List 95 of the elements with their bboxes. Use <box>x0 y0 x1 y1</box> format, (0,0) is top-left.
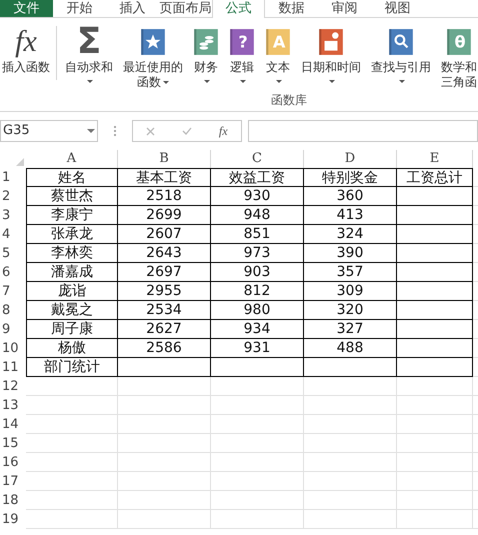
table-cell: 931 <box>211 339 304 358</box>
row-header[interactable]: 10 <box>0 339 26 358</box>
table-cell: 2627 <box>118 320 211 339</box>
table-cell: 张承龙 <box>26 225 118 244</box>
column-header[interactable]: E <box>397 150 473 168</box>
ribbon-tab[interactable]: 审阅 <box>318 0 371 17</box>
row-header[interactable]: 4 <box>0 225 26 244</box>
table-cell: 851 <box>211 225 304 244</box>
ribbon-button[interactable]: Σ 自动求和 <box>63 18 115 87</box>
ribbon-button[interactable]: 查找与引用 <box>369 18 433 87</box>
row-header[interactable]: 13 <box>0 396 26 415</box>
ribbon-tab[interactable]: 公式 <box>212 0 265 18</box>
row-header[interactable]: 11 <box>0 358 26 377</box>
table-cell: 2643 <box>118 244 211 263</box>
table-cell: 特别奖金 <box>304 168 397 187</box>
table-cell: 327 <box>304 320 397 339</box>
row-header[interactable]: 9 <box>0 320 26 339</box>
ribbon-button[interactable]: fx 插入函数 <box>0 18 52 80</box>
row-header[interactable]: 19 <box>0 510 26 529</box>
table-cell: 930 <box>211 187 304 206</box>
table-cell: 庞诣 <box>26 282 118 301</box>
row-header[interactable]: 2 <box>0 187 26 206</box>
row-header[interactable]: 1 <box>0 168 26 187</box>
table-cell: 2607 <box>118 225 211 244</box>
ribbon-button[interactable]: A 文本 <box>263 18 293 87</box>
function-icon: fx <box>15 25 37 59</box>
table-cell: 李康宁 <box>26 206 118 225</box>
ribbon-button[interactable]: 最近使用的 函数 <box>121 18 185 90</box>
ribbon-button[interactable]: ? 逻辑 <box>227 18 257 87</box>
table-cell: 488 <box>304 339 397 358</box>
table-cell: 413 <box>304 206 397 225</box>
ribbon-button[interactable]: 日期和时间 <box>299 18 363 87</box>
formula-field[interactable] <box>248 120 478 142</box>
table-cell: 基本工资 <box>118 168 211 187</box>
row-header[interactable]: 17 <box>0 472 26 491</box>
table-cell: 357 <box>304 263 397 282</box>
table-cell: 2534 <box>118 301 211 320</box>
ribbon-tab[interactable]: 页面布局 <box>159 0 212 17</box>
table-cell: 934 <box>211 320 304 339</box>
row-header[interactable]: 14 <box>0 415 26 434</box>
file-tab[interactable]: 文件 <box>0 0 53 17</box>
check-icon[interactable] <box>182 127 192 135</box>
name-box[interactable]: G35 <box>0 120 98 142</box>
ribbon-button[interactable]: θ 数学和 三角函 <box>439 18 478 90</box>
row-header[interactable]: 3 <box>0 206 26 225</box>
column-header[interactable]: D <box>304 150 397 168</box>
table-cell: 812 <box>211 282 304 301</box>
table-cell: 324 <box>304 225 397 244</box>
table-cell: 工资总计 <box>397 168 473 187</box>
row-header[interactable]: 12 <box>0 377 26 396</box>
table-cell: 360 <box>304 187 397 206</box>
table-cell: 948 <box>211 206 304 225</box>
book-icon: ? <box>229 28 255 56</box>
table-cell: 杨傲 <box>26 339 118 358</box>
table-cell: 320 <box>304 301 397 320</box>
table-cell: 973 <box>211 244 304 263</box>
table-cell: 周子康 <box>26 320 118 339</box>
table-cell: 效益工资 <box>211 168 304 187</box>
table-cell: 390 <box>304 244 397 263</box>
table-cell: 2697 <box>118 263 211 282</box>
table-cell: 2586 <box>118 339 211 358</box>
ribbon-tab[interactable]: 开始 <box>53 0 106 17</box>
table-cell: 姓名 <box>26 168 118 187</box>
row-header[interactable]: 7 <box>0 282 26 301</box>
table-cell: 903 <box>211 263 304 282</box>
ribbon-tab[interactable]: 数据 <box>265 0 318 17</box>
ribbon-tab[interactable]: 视图 <box>371 0 424 17</box>
row-header[interactable]: 16 <box>0 453 26 472</box>
book-icon: θ <box>446 28 472 56</box>
row-header[interactable]: 8 <box>0 301 26 320</box>
table-cell: 部门统计 <box>26 358 118 377</box>
book-icon: A <box>265 28 291 56</box>
dropdown-icon <box>87 129 95 133</box>
ribbon-tab[interactable]: 插入 <box>106 0 159 17</box>
table-cell: 2955 <box>118 282 211 301</box>
table-cell: 戴冕之 <box>26 301 118 320</box>
column-header[interactable]: B <box>118 150 211 168</box>
ribbon-button[interactable]: 财务 <box>191 18 221 87</box>
cancel-icon[interactable] <box>146 126 156 136</box>
row-header[interactable]: 6 <box>0 263 26 282</box>
insert-function-button[interactable]: fx <box>218 122 228 140</box>
column-header[interactable]: C <box>211 150 304 168</box>
column-header[interactable]: A <box>26 150 118 168</box>
table-cell: 潘嘉成 <box>26 263 118 282</box>
row-header[interactable]: 18 <box>0 491 26 510</box>
sum-icon: Σ <box>76 25 102 59</box>
table-cell: 980 <box>211 301 304 320</box>
table-cell: 李林奕 <box>26 244 118 263</box>
table-cell: 2699 <box>118 206 211 225</box>
group-label: 函数库 <box>271 92 307 109</box>
table-cell: 2518 <box>118 187 211 206</box>
table-cell: 309 <box>304 282 397 301</box>
row-header[interactable]: 15 <box>0 434 26 453</box>
table-cell: 蔡世杰 <box>26 187 118 206</box>
row-header[interactable]: 5 <box>0 244 26 263</box>
